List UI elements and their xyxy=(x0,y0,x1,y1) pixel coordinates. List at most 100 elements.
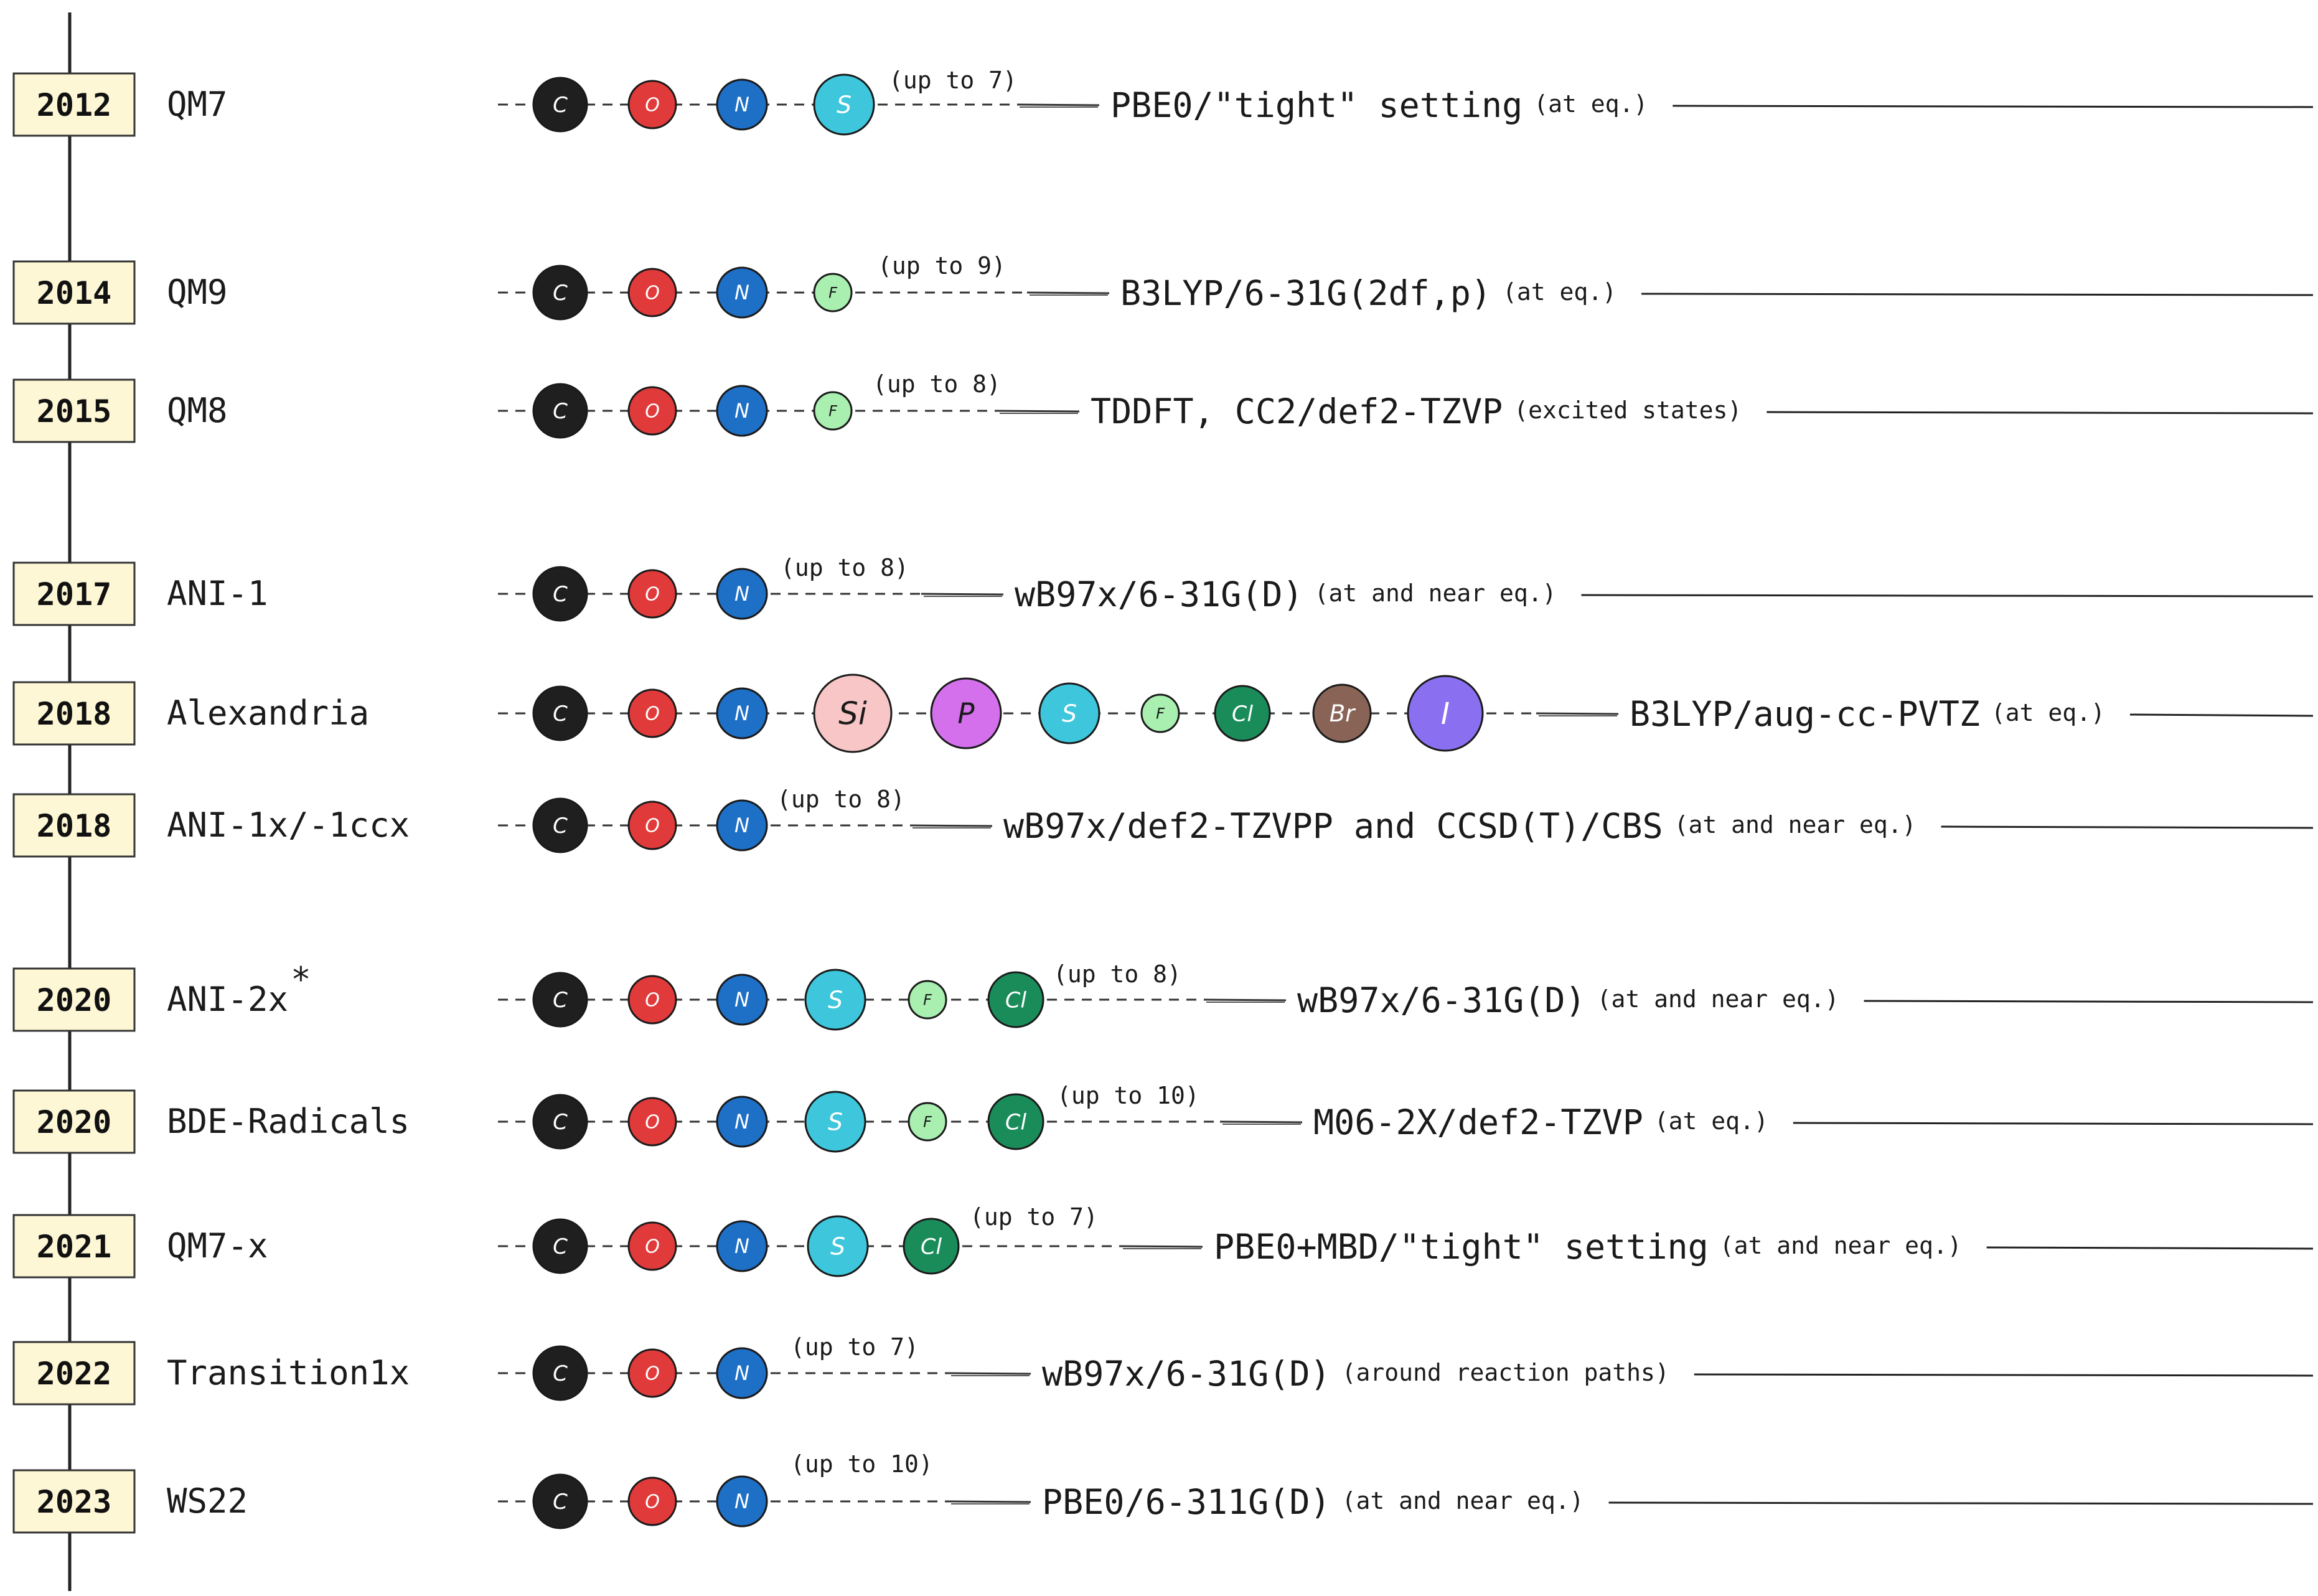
dataset-row: 2018 ANI-1x/-1ccx C O N (up to 8) wB97x/def2-T… xyxy=(12,786,2314,858)
element-symbol: C xyxy=(553,281,568,306)
year-label: 2018 xyxy=(37,696,111,732)
dataset-name: ANI-1x/-1ccx xyxy=(167,805,410,845)
method-label: M06-2X/def2-TZVP xyxy=(1313,1102,1643,1142)
method-leader xyxy=(1120,1245,1203,1248)
method-label: B3LYP/aug-cc-PVTZ xyxy=(1630,694,1980,734)
element-symbol: O xyxy=(645,1363,660,1385)
condition-label: (at eq.) xyxy=(1503,278,1616,306)
year-label: 2023 xyxy=(37,1484,111,1520)
element-symbol: Cl xyxy=(1005,988,1026,1013)
dataset-name: ANI-2x xyxy=(167,980,288,1019)
method-label: TDDFT, CC2/def2-TZVP xyxy=(1091,392,1503,431)
element-symbol: N xyxy=(734,814,749,837)
dataset-row: 2015 QM8 C O N F (up to 8) TDDFT, CC2/def2-TZVP… xyxy=(12,370,2314,443)
trailing-rule xyxy=(1694,1373,2314,1377)
heavy-atom-limit-label: (up to 7) xyxy=(970,1203,1098,1231)
condition-label: (at and near eq.) xyxy=(1342,1487,1584,1514)
element-symbol: O xyxy=(645,584,660,606)
element-symbol: C xyxy=(553,702,568,726)
method-leader xyxy=(1536,712,1619,715)
method-label: wB97x/def2-TZVPP and CCSD(T)/CBS xyxy=(1003,806,1663,846)
year-label: 2017 xyxy=(37,576,111,613)
element-symbol: C xyxy=(553,1234,568,1259)
trailing-rule xyxy=(1941,825,2314,829)
year-label: 2018 xyxy=(37,808,111,844)
element-symbol: N xyxy=(734,1110,749,1134)
dataset-name: QM8 xyxy=(167,391,228,430)
element-symbol: C xyxy=(553,1490,568,1514)
element-symbol: N xyxy=(734,399,749,423)
year-label: 2012 xyxy=(37,87,111,123)
element-symbol: Cl xyxy=(921,1234,942,1259)
heavy-atom-limit-label: (up to 8) xyxy=(873,370,1001,398)
element-symbol: Cl xyxy=(1232,702,1253,726)
method-label: B3LYP/6-31G(2df,p) xyxy=(1120,273,1491,313)
element-symbol: O xyxy=(645,1491,660,1513)
element-symbol: Br xyxy=(1330,700,1356,727)
dataset-name: Transition1x xyxy=(167,1353,410,1392)
element-symbol: O xyxy=(645,703,660,725)
element-symbol: F xyxy=(828,284,838,301)
element-symbol: C xyxy=(553,814,568,838)
element-symbol: S xyxy=(1062,700,1077,727)
trailing-rule xyxy=(1986,1246,2314,1250)
method-label: wB97x/6-31G(D) xyxy=(1042,1354,1331,1394)
trailing-rule xyxy=(1673,105,2314,108)
method-label: wB97x/6-31G(D) xyxy=(1015,575,1303,614)
method-leader xyxy=(948,1372,1031,1375)
method-label: PBE0/"tight" setting xyxy=(1110,85,1523,125)
method-label: PBE0/6-311G(D) xyxy=(1042,1482,1331,1522)
method-label: PBE0+MBD/"tight" setting xyxy=(1214,1227,1709,1267)
dataset-name: QM7-x xyxy=(167,1226,268,1265)
condition-label: (at eq.) xyxy=(1654,1107,1768,1135)
heavy-atom-limit-label: (up to 9) xyxy=(878,252,1006,279)
dataset-name: WS22 xyxy=(167,1481,248,1521)
element-symbol: S xyxy=(828,986,843,1013)
element-symbol: O xyxy=(645,815,660,837)
method-leader xyxy=(948,1500,1031,1503)
heavy-atom-limit-label: (up to 7) xyxy=(889,67,1017,94)
element-symbol: S xyxy=(828,1108,843,1135)
element-symbol: C xyxy=(553,93,568,118)
year-label: 2015 xyxy=(37,393,111,430)
heavy-atom-limit-label: (up to 10) xyxy=(1057,1082,1199,1109)
element-symbol: N xyxy=(734,1490,749,1513)
element-symbol: N xyxy=(734,1234,749,1258)
element-symbol: O xyxy=(645,1236,660,1258)
dataset-row: 2022 Transition1x C O N (up to 7) wB97x/6-31G(… xyxy=(12,1333,2314,1406)
element-symbol: S xyxy=(830,1232,845,1260)
element-symbol: C xyxy=(553,1361,568,1386)
element-symbol: S xyxy=(837,91,852,118)
heavy-atom-limit-label: (up to 10) xyxy=(791,1450,933,1478)
dataset-row: 2017 ANI-1 C O N (up to 8) wB97x/6-31G(D) (at a… xyxy=(12,554,2314,626)
dataset-timeline-diagram: 2012 QM7 C O N S (up to 7) PBE0/"tight" setting… xyxy=(12,12,2314,1591)
trailing-rule xyxy=(1641,293,2314,296)
element-symbol: N xyxy=(734,988,749,1012)
method-label: wB97x/6-31G(D) xyxy=(1297,980,1586,1020)
dataset-row: 2020 BDE-Radicals C O N S F Cl (up to 10) M06-2X/… xyxy=(12,1082,2314,1154)
element-symbol: F xyxy=(923,1113,932,1130)
element-symbol: N xyxy=(734,582,749,606)
element-symbol: O xyxy=(645,95,660,116)
heavy-atom-limit-label: (up to 8) xyxy=(781,554,909,581)
element-symbol: F xyxy=(828,402,838,420)
dataset-name: BDE-Radicals xyxy=(167,1102,410,1141)
element-symbol: I xyxy=(1441,697,1450,731)
element-symbol: N xyxy=(734,702,749,725)
heavy-atom-limit-label: (up to 8) xyxy=(777,786,905,813)
dataset-name-superscript: * xyxy=(291,960,311,999)
element-symbol: C xyxy=(553,1110,568,1135)
condition-label: (at and near eq.) xyxy=(1720,1232,1962,1259)
dataset-row: 2020 ANI-2x* C O N S F Cl (up to 8) wB97x/6-31G(D… xyxy=(12,960,2314,1032)
dataset-row: 2023 WS22 C O N (up to 10) PBE0/6-311G(D) (at a… xyxy=(12,1450,2314,1534)
element-symbol: O xyxy=(645,1112,660,1134)
element-symbol: P xyxy=(957,697,975,730)
heavy-atom-limit-label: (up to 7) xyxy=(791,1333,919,1361)
trailing-rule xyxy=(1864,1000,2314,1003)
year-label: 2020 xyxy=(37,982,111,1018)
condition-label: (at and near eq.) xyxy=(1597,985,1839,1013)
trailing-rule xyxy=(1581,594,2314,598)
condition-label: (at and near eq.) xyxy=(1315,580,1557,607)
element-symbol: Si xyxy=(838,696,867,732)
method-leader xyxy=(909,824,993,827)
